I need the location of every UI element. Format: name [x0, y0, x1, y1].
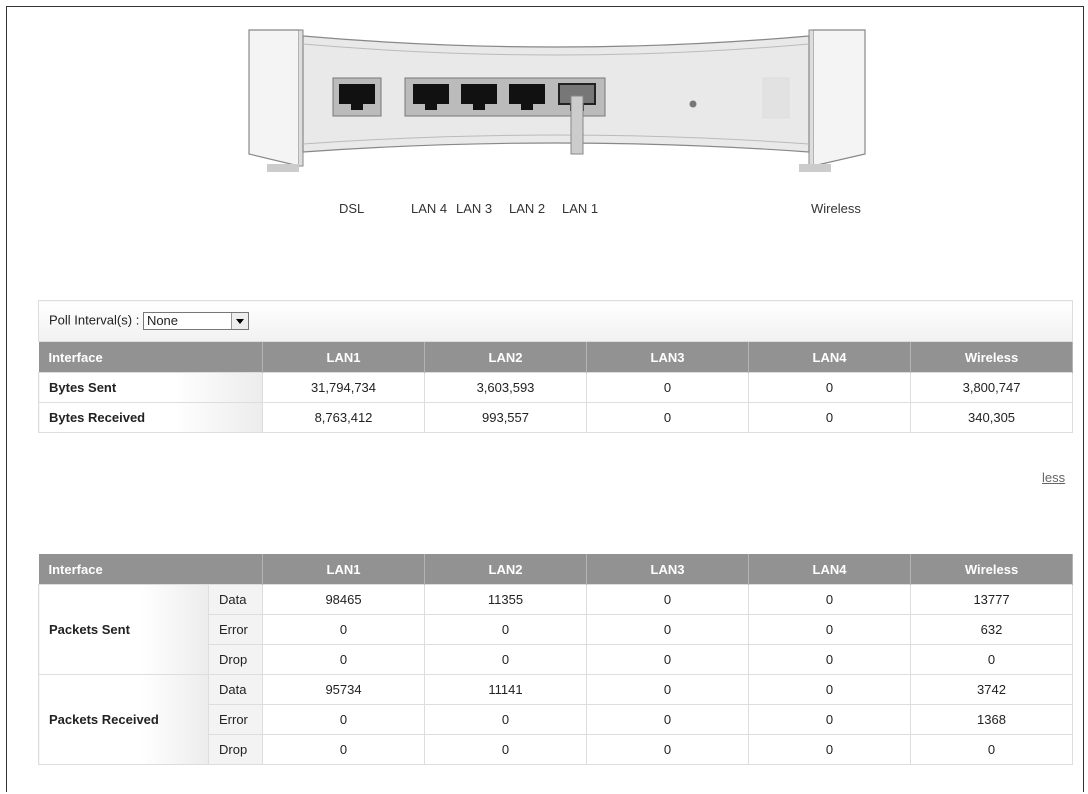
poll-interval-label: Poll Interval(s) : [49, 312, 140, 328]
table-cell: 8,763,412 [262, 402, 425, 433]
table-cell: 11355 [424, 584, 588, 615]
col-header-wireless: Wireless [910, 341, 1074, 373]
col-header-lan4: LAN4 [748, 554, 912, 585]
col-header-lan3: LAN3 [586, 554, 750, 585]
packets-table-header: Interface LAN1 LAN2 LAN3 LAN4 Wireless [38, 554, 1074, 585]
col-header-interface: Interface [38, 341, 263, 373]
table-cell: 340,305 [909, 402, 1074, 433]
table-row-packets-sent-data: Packets Sent Data 98465 11355 0 0 13777 [38, 584, 1074, 675]
port-label-wireless: Wireless [811, 201, 861, 216]
table-cell: 0 [424, 644, 588, 675]
port-label-lan1: LAN 1 [562, 201, 599, 216]
port-label-lan3: LAN 3 [456, 201, 493, 216]
table-cell: 0 [586, 402, 749, 433]
port-label-lan2: LAN 2 [509, 201, 546, 216]
table-cell: 0 [262, 734, 426, 765]
table-cell: 3,800,747 [909, 372, 1074, 403]
table-cell: 0 [586, 704, 750, 735]
port-label-lan4: LAN 4 [411, 201, 448, 216]
row-group-label: Packets Received [38, 674, 209, 765]
col-header-lan2: LAN2 [424, 341, 587, 373]
table-cell: 0 [748, 584, 912, 615]
row-type-label: Drop [207, 734, 264, 765]
table-cell: 98465 [262, 584, 426, 615]
poll-interval-row: Poll Interval(s) : None [37, 300, 1074, 342]
table-cell: 0 [586, 584, 750, 615]
table-cell: 13777 [910, 584, 1074, 615]
table-cell: 0 [748, 704, 912, 735]
row-type-label: Drop [207, 644, 264, 675]
table-cell: 0 [424, 734, 588, 765]
less-link[interactable]: less [1042, 470, 1065, 485]
packets-table: Interface LAN1 LAN2 LAN3 LAN4 Wireless P… [38, 554, 1074, 765]
port-label-dsl: DSL [339, 201, 365, 216]
row-group-label: Packets Sent [38, 584, 209, 675]
col-header-lan1: LAN1 [262, 554, 426, 585]
table-cell: 0 [748, 734, 912, 765]
packets-table-container: Interface LAN1 LAN2 LAN3 LAN4 Wireless P… [38, 554, 1074, 765]
table-cell: 95734 [262, 674, 426, 705]
table-cell: 1368 [910, 704, 1074, 735]
table-cell: 0 [748, 402, 911, 433]
poll-interval-select[interactable]: None [142, 312, 249, 330]
table-cell: 0 [748, 372, 911, 403]
table-cell: 0 [262, 704, 426, 735]
table-cell: 31,794,734 [262, 372, 425, 403]
table-cell: 993,557 [424, 402, 587, 433]
row-label: Bytes Received [38, 402, 263, 433]
table-cell: 0 [748, 644, 912, 675]
table-cell: 0 [586, 734, 750, 765]
col-header-lan3: LAN3 [586, 341, 749, 373]
table-cell: 0 [424, 704, 588, 735]
row-type-label: Data [207, 584, 264, 615]
table-cell: 0 [262, 614, 426, 645]
table-cell: 0 [586, 674, 750, 705]
table-cell: 11141 [424, 674, 588, 705]
table-cell: 0 [586, 614, 750, 645]
table-cell: 0 [424, 614, 588, 645]
table-cell: 3,603,593 [424, 372, 587, 403]
table-row-packets-received-data: Packets Received Data 95734 11141 0 0 37… [38, 674, 1074, 765]
router-device-illustration [248, 29, 866, 172]
dropdown-arrow-icon[interactable] [230, 313, 248, 329]
poll-interval-value: None [146, 313, 179, 328]
table-cell: 0 [910, 644, 1074, 675]
table-cell: 632 [910, 614, 1074, 645]
table-cell: 0 [586, 644, 750, 675]
table-row-bytes-received: Bytes Received 8,763,412 993,557 0 0 340… [38, 402, 1074, 433]
bytes-table-container: Poll Interval(s) : None Interface LAN1 L… [37, 300, 1074, 433]
bytes-table: Poll Interval(s) : None Interface LAN1 L… [37, 300, 1074, 433]
row-type-label: Error [207, 704, 264, 735]
col-header-wireless: Wireless [910, 554, 1074, 585]
table-cell: 0 [262, 644, 426, 675]
table-cell: 0 [748, 614, 912, 645]
table-row-bytes-sent: Bytes Sent 31,794,734 3,603,593 0 0 3,80… [38, 372, 1074, 403]
col-header-lan2: LAN2 [424, 554, 588, 585]
table-cell: 0 [910, 734, 1074, 765]
row-type-label: Error [207, 614, 264, 645]
bytes-table-header: Interface LAN1 LAN2 LAN3 LAN4 Wireless [38, 341, 1074, 373]
table-cell: 3742 [910, 674, 1074, 705]
row-label: Bytes Sent [38, 372, 263, 403]
table-cell: 0 [748, 674, 912, 705]
col-header-lan4: LAN4 [748, 341, 911, 373]
col-header-lan1: LAN1 [262, 341, 425, 373]
row-type-label: Data [207, 674, 264, 705]
table-cell: 0 [586, 372, 749, 403]
col-header-interface: Interface [38, 554, 264, 585]
